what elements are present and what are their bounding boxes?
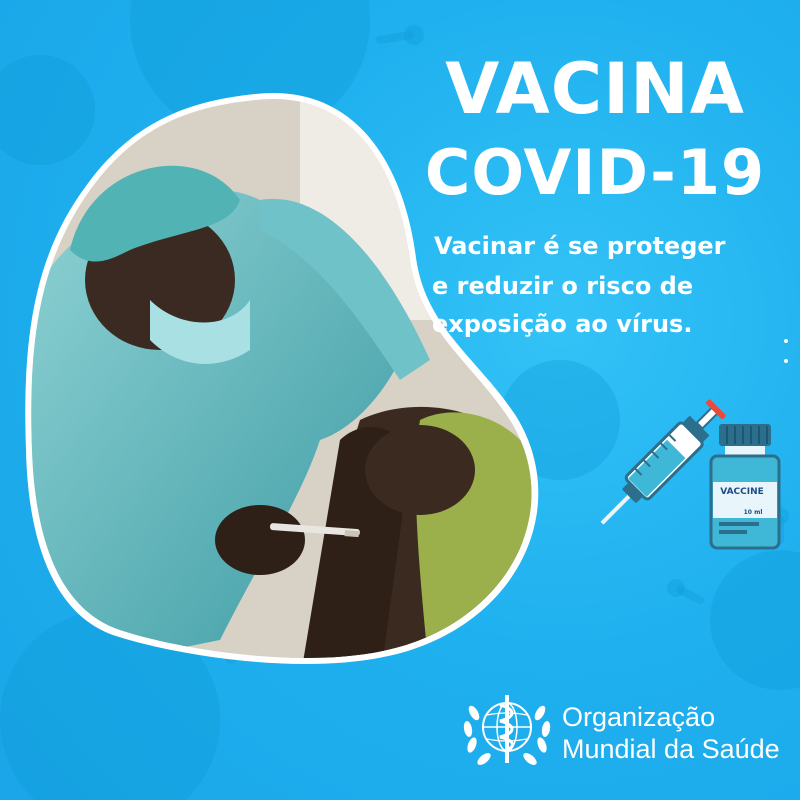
vaccine-poster: VACINA COVID-19 Vacinar é se proteger e … — [0, 0, 800, 800]
sparkle-icon — [784, 339, 788, 343]
tagline-line-1: Vacinar é se proteger — [434, 232, 726, 260]
organization-name-line-2: Mundial da Saúde — [562, 734, 780, 764]
vaccine-vial-icon — [709, 424, 781, 550]
who-emblem-icon — [463, 695, 551, 765]
headline-vacina: VACINA — [445, 48, 745, 130]
vial-volume: 10 ml — [743, 509, 763, 516]
tagline-line-3: exposição ao vírus. — [432, 310, 693, 338]
sparkle-icon — [784, 359, 788, 363]
headline-covid: COVID-19 — [424, 136, 766, 209]
tagline-line-2: e reduzir o risco de — [432, 272, 694, 300]
organization-name-line-1: Organização — [562, 702, 716, 732]
vial-label: VACCINE — [720, 487, 764, 497]
